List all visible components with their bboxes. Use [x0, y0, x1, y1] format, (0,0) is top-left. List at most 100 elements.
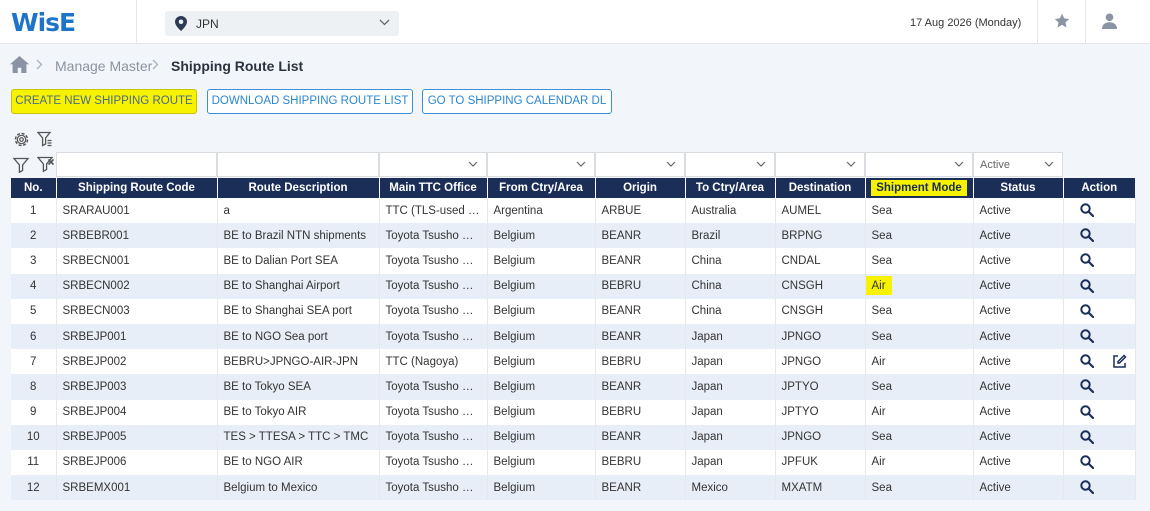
cell-status: Active [973, 198, 1064, 224]
cell-destination: CNDAL [775, 248, 866, 274]
search-icon[interactable] [1079, 329, 1094, 346]
cell-from-country: Belgium [487, 399, 596, 425]
filter-origin[interactable] [595, 152, 685, 177]
cell-route-description: TES > TTESA > TTC > TMC [217, 424, 380, 450]
col-header-route-code[interactable]: Shipping Route Code [56, 178, 218, 198]
cell-status: Active [973, 349, 1064, 375]
cell-no: 5 [11, 298, 57, 324]
search-icon[interactable] [1079, 228, 1094, 245]
cell-to-country: Japan [685, 323, 776, 350]
cell-no: 2 [11, 223, 57, 249]
filter-destination[interactable] [775, 152, 865, 177]
search-icon[interactable] [1079, 429, 1094, 447]
filter-route-description[interactable] [217, 152, 379, 177]
cell-origin: BEBRU [595, 449, 686, 476]
cell-route-code: SRBEJP003 [56, 374, 218, 400]
table-row[interactable]: 1 SRARAU001 a TTC (TLS-used o... Argentina AR… [11, 198, 1136, 224]
search-icon[interactable] [1079, 253, 1094, 270]
clear-filter-icon[interactable] [37, 156, 54, 173]
search-icon[interactable] [1079, 480, 1094, 497]
table-row[interactable]: 11 SRBEJP006 BE to NGO AIR Toyota Tsusho Eu… [11, 449, 1136, 476]
cell-origin: BEANR [595, 248, 686, 274]
cell-route-code: SRBEBR001 [56, 223, 218, 249]
filter-settings-icon[interactable] [37, 131, 53, 147]
search-icon[interactable] [1079, 304, 1094, 321]
filter-to-country[interactable] [685, 152, 775, 177]
cell-origin: BEANR [595, 223, 686, 249]
cell-from-country: Belgium [487, 349, 596, 375]
cell-origin: ARBUE [595, 198, 686, 224]
cell-destination: JPNGO [775, 323, 866, 350]
filter-main-ttc-office[interactable] [379, 152, 487, 177]
search-icon[interactable] [1079, 455, 1094, 472]
cell-origin: BEANR [595, 424, 686, 450]
cell-origin: BEANR [595, 298, 686, 324]
shipping-calendar-button[interactable]: GO TO SHIPPING CALENDAR DL [422, 89, 612, 114]
wise-logo[interactable]: WisE [11, 9, 76, 37]
search-icon[interactable] [1079, 203, 1094, 220]
divider [136, 0, 137, 44]
filter-from-country[interactable] [487, 152, 595, 177]
cell-main-ttc-office: Toyota Tsusho Eu... [379, 399, 488, 425]
download-shipping-route-list-button[interactable]: DOWNLOAD SHIPPING ROUTE LIST [207, 89, 413, 114]
user-icon[interactable] [1102, 13, 1117, 29]
home-icon[interactable] [10, 56, 29, 73]
cell-action [1063, 475, 1136, 501]
cell-action [1063, 349, 1136, 375]
cell-route-code: SRARAU001 [56, 198, 218, 224]
search-icon[interactable] [1079, 379, 1094, 396]
table-row[interactable]: 5 SRBECN003 BE to Shanghai SEA port Toyota … [11, 298, 1136, 324]
table-row[interactable]: 10 SRBEJP005 TES > TTESA > TTC > TMC Toyota… [11, 424, 1136, 450]
col-header-no[interactable]: No. [11, 178, 57, 198]
table-row[interactable]: 8 SRBEJP003 BE to Tokyo SEA Toyota Tsusho E… [11, 374, 1136, 400]
filter-status[interactable]: Active [973, 152, 1063, 177]
cell-route-description: BE to NGO AIR [217, 449, 380, 476]
page-title: Shipping Route List [171, 58, 304, 74]
table-row[interactable]: 12 SRBEMX001 Belgium to Mexico Toyota Tsush… [11, 475, 1136, 501]
table-row[interactable]: 4 SRBECN002 BE to Shanghai Airport Toyota T… [11, 273, 1136, 299]
filter-route-code[interactable] [56, 152, 217, 177]
create-shipping-route-button[interactable]: CREATE NEW SHIPPING ROUTE [11, 89, 197, 114]
cell-route-code: SRBEMX001 [56, 475, 218, 501]
cell-main-ttc-office: Toyota Tsusho Eu... [379, 248, 488, 274]
cell-from-country: Belgium [487, 273, 596, 299]
cell-shipment-mode: Sea [865, 198, 974, 224]
country-select[interactable]: JPN [165, 11, 399, 36]
col-header-to-country[interactable]: To Ctry/Area [685, 178, 776, 198]
col-header-destination[interactable]: Destination [775, 178, 866, 198]
cell-shipment-mode: Air [865, 349, 974, 375]
chevron-down-icon [1044, 161, 1054, 167]
star-icon[interactable] [1054, 13, 1070, 29]
table-row[interactable]: 2 SRBEBR001 BE to Brazil NTN shipments Toyo… [11, 223, 1136, 249]
col-header-origin[interactable]: Origin [595, 178, 686, 198]
table-row[interactable]: 9 SRBEJP004 BE to Tokyo AIR Toyota Tsusho E… [11, 399, 1136, 425]
search-icon[interactable] [1079, 278, 1094, 296]
col-header-shipment-mode[interactable]: Shipment Mode [865, 178, 974, 198]
filter-shipment-mode[interactable] [865, 152, 973, 177]
cell-no: 11 [11, 449, 57, 476]
table-row[interactable]: 3 SRBECN001 BE to Dalian Port SEA Toyota Ts… [11, 248, 1136, 274]
cell-shipment-mode: Sea [865, 323, 974, 350]
divider [1037, 0, 1038, 44]
edit-icon[interactable] [1112, 354, 1127, 372]
col-header-main-ttc-office[interactable]: Main TTC Office [379, 178, 488, 198]
col-header-route-description[interactable]: Route Description [217, 178, 380, 198]
col-header-action: Action [1063, 178, 1135, 198]
table-row[interactable]: 7 SRBEJP002 BEBRU>JPNGO-AIR-JPN TTC (Nagoya… [11, 349, 1136, 375]
cell-destination: BRPNG [775, 223, 866, 249]
cell-route-code: SRBEJP004 [56, 399, 218, 425]
search-icon[interactable] [1079, 404, 1094, 422]
col-header-status[interactable]: Status [973, 178, 1064, 198]
cell-action [1063, 323, 1136, 350]
col-header-from-country[interactable]: From Ctry/Area [487, 178, 596, 198]
table-row[interactable]: 6 SRBEJP001 BE to NGO Sea port Toyota Tsush… [11, 323, 1136, 350]
cell-to-country: Brazil [685, 223, 776, 249]
cell-no: 9 [11, 399, 57, 425]
gear-icon[interactable] [13, 131, 30, 148]
cell-status: Active [973, 273, 1064, 299]
cell-route-description: BEBRU>JPNGO-AIR-JPN [217, 349, 380, 375]
cell-main-ttc-office: Toyota Tsusho Eu... [379, 475, 488, 501]
search-icon[interactable] [1079, 354, 1094, 371]
filter-icon[interactable] [13, 157, 29, 173]
breadcrumb-manage-master[interactable]: Manage Master [55, 58, 152, 74]
